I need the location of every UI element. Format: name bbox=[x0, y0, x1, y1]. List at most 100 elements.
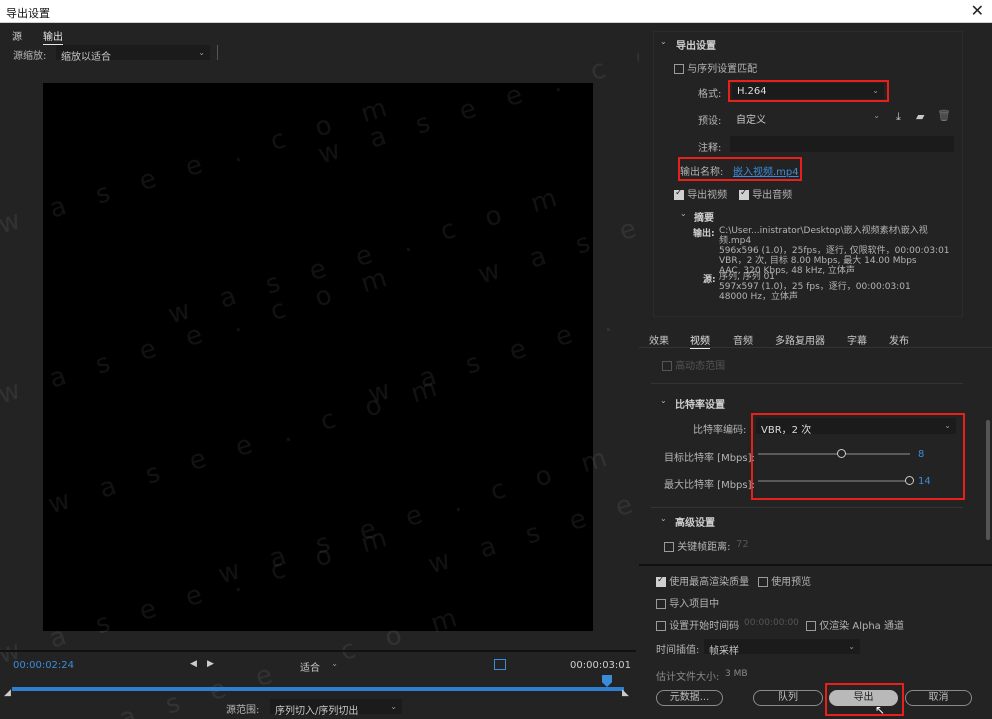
interp-label: 时间插值: bbox=[656, 645, 700, 656]
output-line: VBR，2 次, 目标 8.00 Mbps, 最大 14.00 Mbps bbox=[719, 256, 917, 266]
summary-header: 摘要 bbox=[694, 213, 714, 224]
source-summary: 序列, 序列 01 597x597 (1.0)，25 fps，逐行，00:00:… bbox=[719, 272, 959, 302]
window-title: 导出设置 bbox=[6, 7, 50, 20]
comment-label: 注释: bbox=[698, 143, 722, 154]
match-sequence-row[interactable]: 与序列设置匹配 bbox=[674, 60, 757, 75]
encoding-value: VBR，2 次 bbox=[761, 425, 812, 436]
max-render-checkbox[interactable] bbox=[656, 575, 666, 587]
use-preview-label: 使用预览 bbox=[771, 577, 812, 588]
tab-output[interactable]: 输出 bbox=[43, 28, 63, 45]
max-render-row[interactable]: 使用最高渲染质量 bbox=[656, 573, 749, 588]
format-label: 格式: bbox=[698, 89, 722, 100]
tab-multiplexer[interactable]: 多路复用器 bbox=[775, 332, 825, 347]
cancel-button[interactable]: 取消 bbox=[905, 690, 972, 706]
zoom-dropdown[interactable]: 缩放以适合 ⌄ bbox=[56, 45, 210, 63]
output-line: C:\User...inistrator\Desktop\嵌入视频素材\嵌入视频… bbox=[719, 226, 928, 246]
source-line: 597x597 (1.0)，25 fps，逐行，00:00:03:01 bbox=[719, 282, 911, 292]
comment-input[interactable] bbox=[730, 136, 954, 152]
export-video-checkbox[interactable] bbox=[674, 188, 684, 200]
mark-out-icon[interactable]: ▶ bbox=[207, 659, 214, 669]
metadata-button[interactable]: 元数据... bbox=[656, 690, 723, 706]
export-video-label: 导出视频 bbox=[687, 190, 728, 201]
range-label: 源范围: bbox=[226, 705, 260, 716]
interp-dropdown[interactable]: 帧采样 ⌄ bbox=[704, 639, 860, 657]
output-summary-label: 输出: bbox=[693, 229, 715, 239]
chevron-down-icon: ⌄ bbox=[944, 421, 951, 430]
target-bitrate-value[interactable]: 8 bbox=[918, 449, 924, 460]
import-project-row[interactable]: 导入项目中 bbox=[656, 595, 719, 610]
trash-icon[interactable]: 🗑 bbox=[937, 109, 951, 122]
zoom-value: 缩放以适合 bbox=[61, 52, 111, 63]
encoding-dropdown[interactable]: VBR，2 次 ⌄ bbox=[756, 418, 956, 436]
divider bbox=[0, 650, 636, 652]
close-icon[interactable]: ✕ bbox=[971, 1, 984, 20]
output-name-link[interactable]: 嵌入视频.mp4 bbox=[733, 163, 799, 178]
import-project-checkbox[interactable] bbox=[656, 599, 666, 609]
divider bbox=[217, 45, 218, 60]
range-value: 序列切入/序列切出 bbox=[275, 706, 359, 717]
start-tc-row[interactable]: 设置开始时间码 bbox=[656, 617, 739, 632]
divider bbox=[639, 564, 992, 566]
start-tc-checkbox[interactable] bbox=[656, 621, 666, 631]
safe-margins-icon[interactable] bbox=[494, 659, 506, 670]
alpha-only-label: 仅渲染 Alpha 通道 bbox=[819, 621, 904, 632]
import-preset-icon[interactable]: ▰ bbox=[916, 110, 924, 123]
divider bbox=[651, 507, 963, 508]
tab-effects[interactable]: 效果 bbox=[649, 332, 669, 347]
use-preview-row[interactable]: 使用预览 bbox=[758, 573, 811, 588]
format-dropdown[interactable]: H.264 ⌄ bbox=[732, 83, 884, 99]
save-preset-icon[interactable]: ⤓ bbox=[896, 110, 901, 124]
tab-video[interactable]: 视频 bbox=[690, 332, 710, 349]
tab-publish[interactable]: 发布 bbox=[889, 332, 909, 347]
tab-source[interactable]: 源 bbox=[12, 28, 22, 43]
target-bitrate-slider[interactable] bbox=[758, 449, 910, 458]
advanced-section-header: 高级设置 bbox=[675, 518, 715, 529]
start-tc-value: 00:00:00:00 bbox=[744, 618, 799, 628]
chevron-down-icon[interactable]: ⌄ bbox=[660, 396, 667, 405]
current-timecode[interactable]: 00:00:02:24 bbox=[13, 660, 74, 671]
source-range-dropdown[interactable]: 序列切入/序列切出 ⌄ bbox=[270, 699, 402, 717]
timeline-bar[interactable] bbox=[12, 687, 624, 691]
max-bitrate-value[interactable]: 14 bbox=[918, 476, 931, 487]
preset-label: 预设: bbox=[698, 116, 722, 127]
in-point-icon[interactable]: ◢ bbox=[4, 688, 11, 698]
export-audio-row[interactable]: 导出音频 bbox=[739, 186, 792, 201]
alpha-only-row[interactable]: 仅渲染 Alpha 通道 bbox=[806, 617, 904, 632]
queue-button[interactable]: 队列 bbox=[753, 690, 823, 706]
fit-dropdown[interactable]: 适合 ⌄ bbox=[296, 657, 342, 674]
target-bitrate-label: 目标比特率 [Mbps]: bbox=[664, 453, 755, 464]
use-preview-checkbox[interactable] bbox=[758, 577, 768, 587]
max-bitrate-knob[interactable] bbox=[905, 476, 914, 485]
match-sequence-checkbox[interactable] bbox=[674, 64, 684, 74]
scrollbar[interactable] bbox=[986, 420, 990, 540]
alpha-only-checkbox[interactable] bbox=[806, 621, 816, 631]
chevron-down-icon: ⌄ bbox=[848, 642, 855, 651]
source-line: 48000 Hz，立体声 bbox=[719, 292, 798, 302]
tab-captions[interactable]: 字幕 bbox=[847, 332, 867, 347]
export-button[interactable]: 导出 bbox=[829, 690, 898, 706]
interp-value: 帧采样 bbox=[709, 646, 739, 657]
mark-in-icon[interactable]: ◀ bbox=[190, 659, 197, 669]
chevron-down-icon[interactable]: ⌄ bbox=[660, 37, 667, 46]
import-project-label: 导入项目中 bbox=[669, 599, 720, 610]
preset-dropdown[interactable]: 自定义 ⌄ bbox=[732, 109, 884, 126]
video-preview bbox=[43, 83, 593, 631]
out-point-icon[interactable]: ◣ bbox=[622, 688, 629, 698]
export-video-row[interactable]: 导出视频 bbox=[674, 186, 727, 201]
chevron-down-icon: ⌄ bbox=[872, 86, 879, 95]
export-audio-checkbox[interactable] bbox=[739, 188, 749, 200]
target-bitrate-knob[interactable] bbox=[836, 449, 846, 458]
tab-audio[interactable]: 音频 bbox=[733, 332, 753, 347]
chevron-down-icon[interactable]: ⌄ bbox=[680, 209, 687, 218]
hdr-label: 高动态范围 bbox=[675, 361, 726, 372]
keyframe-checkbox[interactable] bbox=[664, 542, 674, 552]
max-bitrate-slider[interactable] bbox=[758, 476, 914, 485]
chevron-down-icon[interactable]: ⌄ bbox=[660, 514, 667, 523]
export-audio-label: 导出音频 bbox=[752, 190, 793, 201]
hdr-row: 高动态范围 bbox=[662, 357, 725, 372]
hdr-checkbox bbox=[662, 361, 672, 371]
filesize-label: 估计文件大小: bbox=[656, 672, 720, 683]
divider bbox=[651, 383, 963, 384]
start-tc-label: 设置开始时间码 bbox=[669, 621, 740, 632]
keyframe-row[interactable]: 关键帧距离: bbox=[664, 538, 731, 553]
